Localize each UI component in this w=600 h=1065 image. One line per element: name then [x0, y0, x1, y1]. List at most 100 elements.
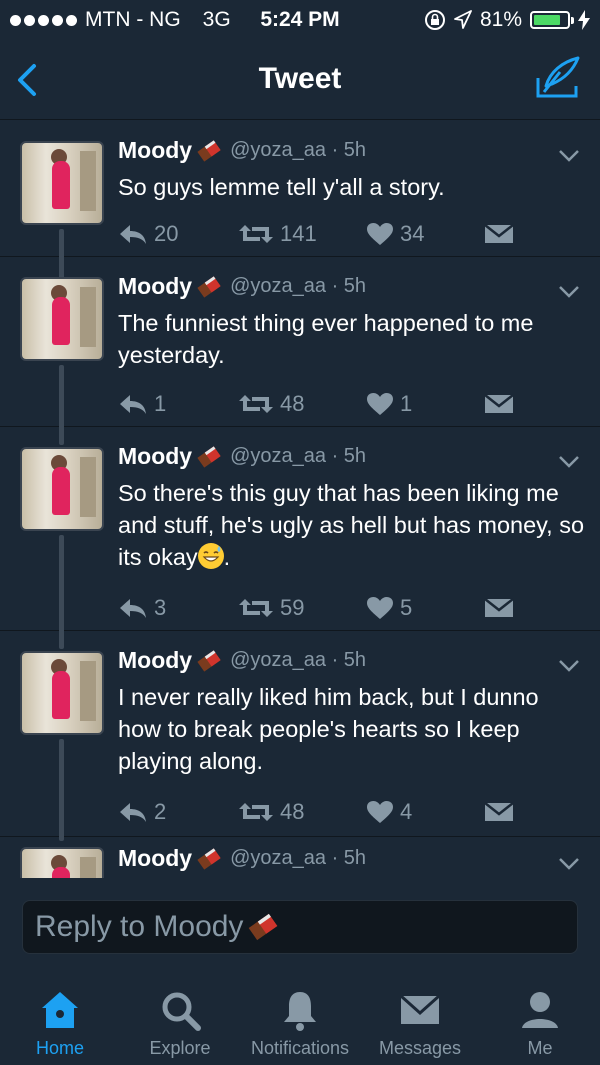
sweat-smile-emoji-icon	[197, 543, 224, 569]
chocolate-emoji-icon	[197, 445, 221, 468]
author-name[interactable]: Moody	[118, 273, 192, 300]
tweet-item[interactable]: Moody @yoza_aa · 5h So guys lemme tell y…	[0, 121, 600, 279]
home-icon	[42, 992, 78, 1028]
status-bar: MTN - NG 3G 5:24 PM 81%	[0, 0, 600, 40]
page-title: Tweet	[258, 62, 342, 95]
person-icon	[522, 992, 558, 1028]
reply-button[interactable]: 2	[118, 799, 238, 825]
like-button[interactable]: 34	[366, 221, 484, 247]
compose-tweet-icon[interactable]	[534, 56, 582, 100]
tab-explore[interactable]: Explore	[120, 976, 240, 1065]
chocolate-emoji-icon	[197, 649, 221, 672]
author-handle: @yoza_aa · 5h	[230, 445, 367, 467]
retweet-icon	[239, 599, 273, 617]
thread-connector-line	[59, 739, 64, 841]
retweet-button[interactable]: 59	[238, 595, 366, 621]
author-handle: @yoza_aa · 5h	[230, 139, 367, 161]
retweet-button[interactable]: 48	[238, 799, 366, 825]
like-count: 4	[400, 799, 413, 824]
envelope-icon	[484, 802, 514, 821]
like-count: 5	[400, 595, 413, 620]
chevron-down-icon[interactable]	[558, 285, 580, 299]
tweet-item[interactable]: Moody @yoza_aa · 5h I never really liked…	[0, 631, 600, 841]
tab-label: Home	[35, 1038, 84, 1058]
chocolate-emoji-icon	[249, 913, 278, 941]
avatar[interactable]	[20, 277, 104, 361]
tweet-text: The funniest thing ever happened to me y…	[118, 310, 534, 368]
direct-message-button[interactable]	[484, 801, 524, 823]
thread-connector-line	[59, 535, 64, 635]
avatar[interactable]	[20, 847, 104, 878]
tweet-item[interactable]: Moody @yoza_aa · 5h So there's this guy …	[0, 427, 600, 635]
like-count: 34	[400, 221, 425, 246]
avatar[interactable]	[20, 447, 104, 531]
tweet-actions: 1 48 1	[118, 391, 538, 417]
battery-icon	[530, 11, 574, 29]
thread-connector-line	[59, 257, 64, 275]
tweet-text: So guys lemme tell y'all a story.	[118, 174, 445, 200]
retweet-count: 48	[280, 391, 305, 416]
reply-button[interactable]: 20	[118, 221, 238, 247]
heart-icon	[367, 801, 393, 823]
heart-icon	[367, 597, 393, 619]
tweet-item[interactable]: Moody @yoza_aa · 5h The funniest thing e…	[0, 257, 600, 431]
envelope-icon	[399, 994, 441, 1024]
chocolate-emoji-icon	[197, 275, 221, 298]
avatar[interactable]	[20, 141, 104, 225]
envelope-icon	[484, 394, 514, 413]
bell-icon	[284, 992, 316, 1031]
retweet-icon	[239, 803, 273, 821]
retweet-button[interactable]: 141	[238, 221, 366, 247]
chevron-down-icon[interactable]	[558, 659, 580, 673]
carrier-name: MTN - NG	[85, 8, 181, 31]
chevron-down-icon[interactable]	[558, 149, 580, 163]
author-name[interactable]: Moody	[118, 137, 192, 164]
retweet-count: 48	[280, 799, 305, 824]
avatar[interactable]	[20, 651, 104, 735]
like-button[interactable]: 1	[366, 391, 484, 417]
location-icon	[454, 10, 472, 29]
author-name[interactable]: Moody	[118, 443, 192, 470]
status-time: 5:24 PM	[260, 8, 340, 31]
direct-message-button[interactable]	[484, 393, 524, 415]
author-name[interactable]: Moody	[118, 647, 192, 674]
chevron-down-icon[interactable]	[558, 857, 580, 871]
like-count: 1	[400, 391, 413, 416]
heart-icon	[367, 223, 393, 245]
network-type: 3G	[202, 8, 231, 31]
search-icon	[162, 992, 201, 1031]
charging-bolt-icon	[578, 10, 590, 30]
like-button[interactable]: 5	[366, 595, 484, 621]
tweet-item[interactable]: Moody @yoza_aa · 5h	[0, 837, 600, 878]
reply-input[interactable]: Reply to Moody	[22, 900, 578, 954]
tab-label: Messages	[378, 1038, 462, 1058]
tweet-header: Moody @yoza_aa · 5h	[118, 137, 366, 164]
reply-count: 2	[154, 799, 167, 824]
tweet-header: Moody @yoza_aa · 5h	[118, 647, 366, 674]
tab-label: Notifications	[250, 1038, 350, 1058]
thread-connector-line	[59, 427, 64, 445]
tweet-text: So there's this guy that has been liking…	[118, 477, 588, 573]
retweet-icon	[239, 395, 273, 413]
bottom-tab-bar: Home Explore Notifications Messages Me	[0, 976, 600, 1065]
direct-message-button[interactable]	[484, 597, 524, 619]
author-name[interactable]: Moody	[118, 845, 192, 872]
tweet-thread[interactable]: Moody @yoza_aa · 5h So guys lemme tell y…	[0, 121, 600, 878]
direct-message-button[interactable]	[484, 223, 524, 245]
reply-button[interactable]: 1	[118, 391, 238, 417]
reply-icon	[120, 395, 146, 414]
retweet-button[interactable]: 48	[238, 391, 366, 417]
tab-label: Explore	[149, 1038, 211, 1058]
envelope-icon	[484, 224, 514, 243]
tweet-text: I never really liked him back, but I dun…	[118, 684, 539, 774]
tweet-actions: 2 48 4	[118, 799, 538, 825]
reply-button[interactable]: 3	[118, 595, 238, 621]
tab-me[interactable]: Me	[480, 976, 600, 1065]
tab-notifications[interactable]: Notifications	[240, 976, 360, 1065]
tweet-actions: 20 141 34	[118, 221, 538, 247]
like-button[interactable]: 4	[366, 799, 484, 825]
tab-home[interactable]: Home	[0, 976, 120, 1065]
thread-connector-line	[59, 631, 64, 649]
tab-messages[interactable]: Messages	[360, 976, 480, 1065]
chevron-down-icon[interactable]	[558, 455, 580, 469]
